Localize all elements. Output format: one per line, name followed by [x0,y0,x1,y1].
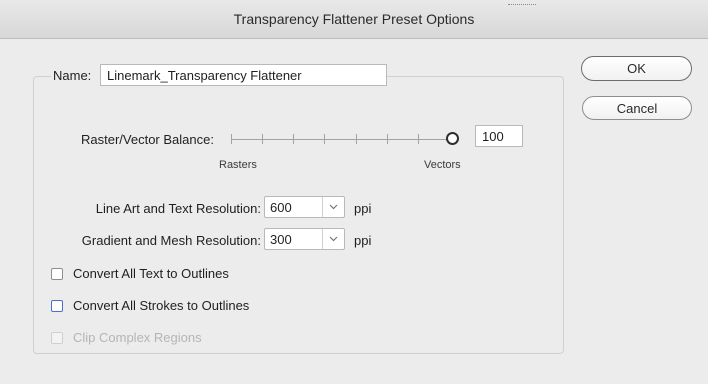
balance-value-input[interactable] [475,125,523,147]
rasters-label: Rasters [219,159,257,171]
title-bar[interactable]: Transparency Flattener Preset Options [0,0,708,39]
gradient-resolution-value: 300 [270,232,292,247]
slider-tick [262,134,263,144]
line-art-unit-label: ppi [354,201,372,216]
line-art-resolution-value: 600 [270,200,292,215]
ok-button[interactable]: OK [581,56,692,81]
convert-text-outlines-label: Convert All Text to Outlines [73,266,229,281]
vectors-label: Vectors [424,159,461,171]
slider-tick [387,134,388,144]
chevron-down-icon[interactable] [322,197,344,217]
slider-tick [293,134,294,144]
balance-slider-thumb[interactable] [446,132,459,145]
slider-tick [356,134,357,144]
clip-complex-regions-label: Clip Complex Regions [73,330,202,345]
gradient-resolution-combo[interactable]: 300 [264,228,345,250]
window-title: Transparency Flattener Preset Options [233,11,475,27]
convert-strokes-outlines-row[interactable]: Convert All Strokes to Outlines [51,298,249,313]
cancel-button[interactable]: Cancel [582,96,692,120]
convert-strokes-outlines-label: Convert All Strokes to Outlines [73,298,250,313]
convert-text-outlines-checkbox[interactable] [51,267,63,280]
raster-vector-balance-label: Raster/Vector Balance: [81,132,214,147]
clip-complex-regions-row: Clip Complex Regions [51,330,202,345]
convert-text-outlines-row[interactable]: Convert All Text to Outlines [51,266,229,281]
title-bar-edge-mark [508,0,536,5]
gradient-resolution-label: Gradient and Mesh Resolution: [81,233,261,248]
slider-tick [231,134,232,144]
slider-tick [324,134,325,144]
slider-tick [418,134,419,144]
line-art-resolution-combo[interactable]: 600 [264,196,345,218]
name-input[interactable] [100,64,387,86]
name-label: Name: [51,68,105,84]
gradient-unit-label: ppi [354,233,372,248]
clip-complex-regions-checkbox [51,331,63,344]
convert-strokes-outlines-checkbox[interactable] [51,299,63,312]
line-art-resolution-label: Line Art and Text Resolution: [95,201,261,216]
chevron-down-icon[interactable] [322,229,344,249]
